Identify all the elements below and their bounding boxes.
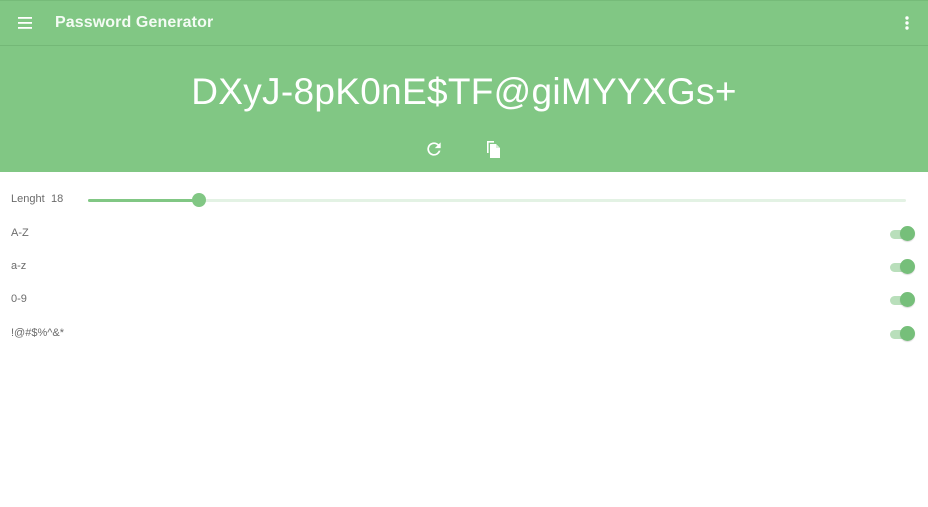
more-options-button[interactable] [897,12,917,34]
lowercase-toggle[interactable] [890,259,916,275]
option-row-symbols: !@#$%^&* [0,319,928,349]
length-slider[interactable] [88,191,906,209]
option-label: A-Z [11,227,29,239]
uppercase-toggle[interactable] [890,226,916,242]
toggle-thumb [900,292,915,307]
hamburger-menu-icon [18,17,32,29]
toggle-thumb [900,226,915,241]
option-row-uppercase: A-Z [0,219,928,249]
slider-fill [88,199,200,202]
digits-toggle[interactable] [890,292,916,308]
length-value: 18 [51,193,64,205]
menu-button[interactable] [14,12,36,34]
copy-button[interactable] [483,138,503,160]
symbols-toggle[interactable] [890,326,916,342]
app-title: Password Generator [55,14,214,31]
length-row: Lenght 18 [0,185,928,215]
option-row-digits: 0-9 [0,285,928,315]
toggle-thumb [900,259,915,274]
generated-password: DXyJ-8pK0nE$TF@giMYYXGs+ [191,71,737,112]
option-label: a-z [11,260,27,272]
option-label: 0-9 [11,293,27,305]
app-bar: Password Generator [0,0,928,46]
toggle-thumb [900,326,915,341]
more-vertical-icon [905,16,909,30]
option-row-lowercase: a-z [0,252,928,282]
length-label: Lenght [11,193,45,205]
option-label: !@#$%^&* [11,327,65,339]
copy-icon [487,141,500,158]
refresh-icon [427,142,441,156]
regenerate-button[interactable] [424,139,444,159]
slider-thumb[interactable] [192,193,207,207]
slider-track [88,199,906,202]
password-display-panel: DXyJ-8pK0nE$TF@giMYYXGs+ [0,46,928,172]
